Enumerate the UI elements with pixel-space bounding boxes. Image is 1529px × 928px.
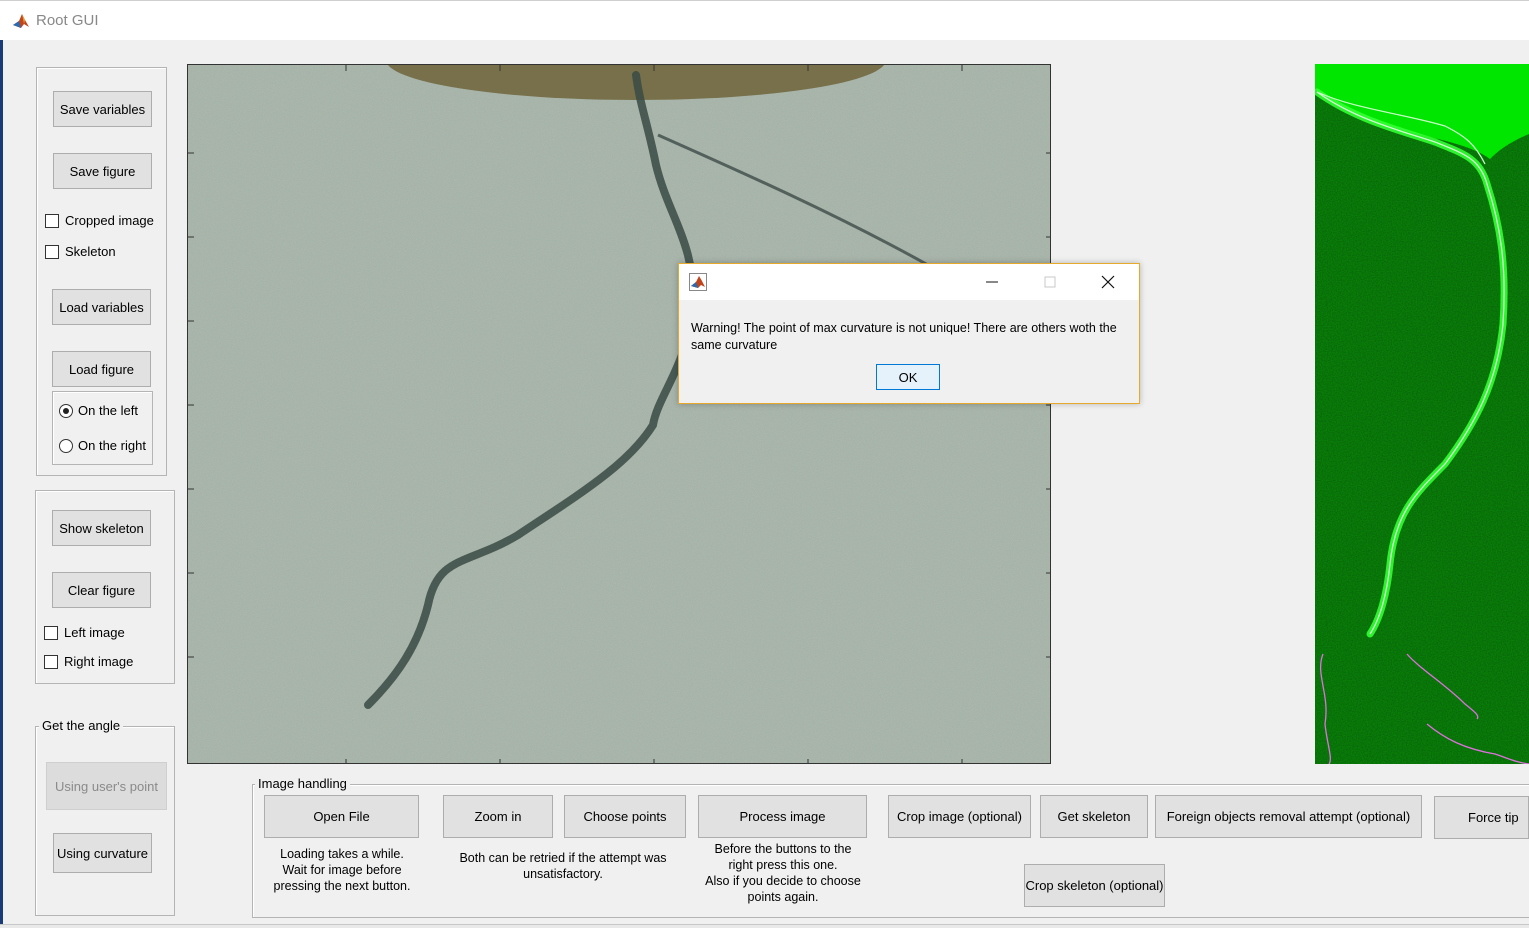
process-image-button[interactable]: Process image <box>698 795 867 838</box>
checkbox-label: Cropped image <box>65 213 154 228</box>
matlab-icon <box>12 12 30 30</box>
open-file-note: Loading takes a while. Wait for image be… <box>273 847 411 893</box>
save-variables-button[interactable]: Save variables <box>53 91 152 127</box>
load-figure-button[interactable]: Load figure <box>52 351 151 387</box>
ok-button[interactable]: OK <box>876 364 940 390</box>
radio-circle[interactable] <box>59 403 73 418</box>
on-the-right-radio[interactable]: On the right <box>59 438 146 453</box>
root-photo <box>188 65 1050 763</box>
retry-note: Both can be retried if the attempt was u… <box>459 851 667 881</box>
matlab-icon <box>689 273 707 291</box>
save-figure-button[interactable]: Save figure <box>53 153 152 189</box>
warning-dialog[interactable]: Warning! The point of max curvature is n… <box>678 263 1140 404</box>
load-variables-button[interactable]: Load variables <box>52 289 151 325</box>
window-title: Root GUI <box>36 12 99 29</box>
choose-points-button[interactable]: Choose points <box>564 795 686 838</box>
checkbox-box[interactable] <box>45 213 59 228</box>
checkbox-box[interactable] <box>44 654 58 669</box>
open-file-button[interactable]: Open File <box>264 795 419 838</box>
right-image-checkbox[interactable]: Right image <box>44 654 133 669</box>
using-users-point-button[interactable]: Using user's point <box>46 762 167 810</box>
window-edge <box>0 40 3 928</box>
process-note: Before the buttons to the right press th… <box>705 842 861 904</box>
skeleton-image <box>1315 64 1529 764</box>
foreign-objects-removal-button[interactable]: Foreign objects removal attempt (optiona… <box>1155 795 1422 838</box>
skeleton-checkbox[interactable]: Skeleton <box>45 244 116 259</box>
dialog-title-bar[interactable] <box>679 264 1139 300</box>
checkbox-box[interactable] <box>44 625 58 640</box>
dialog-message: Warning! The point of max curvature is n… <box>691 321 1117 352</box>
zoom-in-button[interactable]: Zoom in <box>443 795 553 838</box>
checkbox-label: Right image <box>64 654 134 669</box>
using-curvature-button[interactable]: Using curvature <box>53 833 152 873</box>
checkbox-label: Left image <box>64 625 125 640</box>
on-the-left-radio[interactable]: On the left <box>59 403 138 418</box>
bottom-edge <box>0 924 1529 928</box>
show-skeleton-button[interactable]: Show skeleton <box>52 510 151 546</box>
get-skeleton-button[interactable]: Get skeleton <box>1040 795 1148 838</box>
left-image-checkbox[interactable]: Left image <box>44 625 125 640</box>
minimize-icon[interactable] <box>984 274 1000 290</box>
checkbox-box[interactable] <box>45 244 59 259</box>
checkbox-label: Skeleton <box>65 244 116 259</box>
radio-label: On the right <box>78 438 146 453</box>
angle-panel <box>35 726 175 916</box>
crop-image-button[interactable]: Crop image (optional) <box>888 795 1031 838</box>
image-handling-title: Image handling <box>255 776 350 791</box>
force-tip-button[interactable]: Force tip <box>1434 796 1529 839</box>
crop-skeleton-button[interactable]: Crop skeleton (optional) <box>1024 864 1165 907</box>
clear-figure-button[interactable]: Clear figure <box>52 572 151 608</box>
skeleton-image-axes[interactable] <box>1315 64 1529 764</box>
radio-label: On the left <box>78 403 138 418</box>
cropped-image-checkbox[interactable]: Cropped image <box>45 213 154 228</box>
radio-circle[interactable] <box>59 438 73 453</box>
main-image-axes[interactable] <box>187 64 1051 764</box>
maximize-icon <box>1044 276 1056 288</box>
title-bar: Root GUI <box>0 0 1529 40</box>
angle-panel-title: Get the angle <box>39 718 124 733</box>
close-icon[interactable] <box>1100 274 1116 290</box>
